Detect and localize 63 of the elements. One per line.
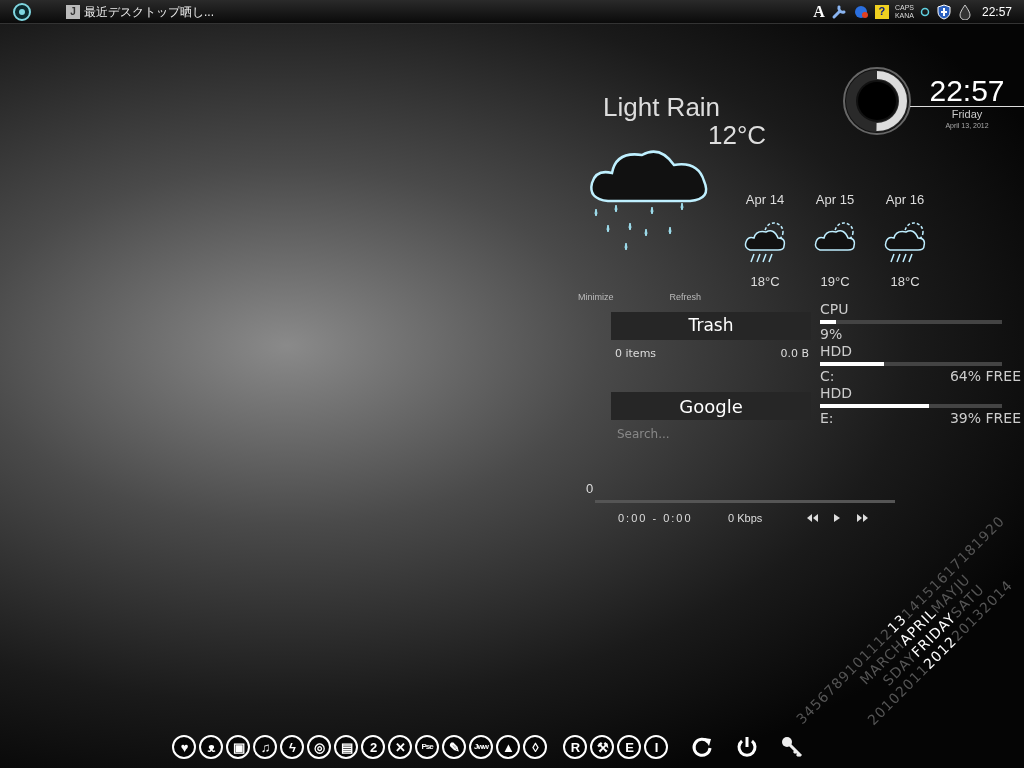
- weather-condition: Light Rain: [603, 92, 721, 122]
- forecast-date: Apr 14: [745, 192, 785, 208]
- search-field[interactable]: Search...: [613, 424, 809, 444]
- meter-label: HDD: [820, 343, 854, 360]
- dock-app-button[interactable]: ▤: [334, 735, 358, 759]
- shield-icon: [935, 3, 952, 20]
- previous-icon[interactable]: [806, 513, 819, 524]
- forecast-temperature: 18°C: [890, 274, 920, 290]
- dock-app-button[interactable]: E: [617, 735, 641, 759]
- dock-app-button[interactable]: ⚒: [590, 735, 614, 759]
- start-icon: [12, 1, 32, 22]
- meter-label: HDD: [820, 385, 854, 402]
- dock-app-button[interactable]: ♥: [172, 735, 196, 759]
- forecast-date: Apr 16: [885, 192, 925, 208]
- ring-icon: [919, 6, 930, 17]
- help-icon[interactable]: ?: [874, 4, 889, 19]
- dock-app-button[interactable]: ᴥ: [199, 735, 223, 759]
- forecast-date: Apr 15: [815, 192, 855, 208]
- dock-app-button[interactable]: ✕: [388, 735, 412, 759]
- meter-reading: 39% FREE: [949, 410, 1021, 427]
- ball-icon: [852, 3, 869, 20]
- forecast-temperature: 18°C: [750, 274, 780, 290]
- dock-app-button[interactable]: ▲: [496, 735, 520, 759]
- dock-app-button[interactable]: R: [563, 735, 587, 759]
- bitrate: 0 Kbps: [728, 511, 764, 526]
- dock-app-button[interactable]: ✎: [442, 735, 466, 759]
- meter-reading: 9%: [820, 326, 843, 343]
- clock-weekday: Friday: [951, 107, 983, 121]
- dock-app-button[interactable]: ♫: [253, 735, 277, 759]
- trash-size: 0.0 B: [780, 346, 809, 362]
- playback-time: 0:00 - 0:00: [618, 511, 694, 526]
- current-temperature: 12°C: [708, 120, 767, 150]
- drop-icon: [957, 3, 972, 20]
- weather-button[interactable]: Refresh: [669, 292, 702, 303]
- meter-reading: E:: [820, 410, 834, 427]
- meter-reading: C:: [820, 368, 835, 385]
- dock-app-button[interactable]: Jww: [469, 735, 493, 759]
- taskbar-button[interactable]: J 最近デスクトップ晒し...: [66, 2, 214, 21]
- meter-label: CPU: [820, 301, 850, 318]
- meter-reading: 64% FREE: [949, 368, 1021, 385]
- ime-icon[interactable]: A: [813, 0, 825, 24]
- dock-app-button[interactable]: ▣: [226, 735, 250, 759]
- trash-header[interactable]: Trash: [611, 312, 811, 340]
- refresh-icon[interactable]: [691, 736, 713, 758]
- seconds-ring: [842, 66, 912, 136]
- dock-app-button[interactable]: ϟ: [280, 735, 304, 759]
- trash-items: 0 items: [615, 346, 657, 362]
- dock-app-button[interactable]: 2: [361, 735, 385, 759]
- next-icon[interactable]: [856, 513, 869, 524]
- dock-app-button[interactable]: I: [644, 735, 668, 759]
- power-icon[interactable]: [736, 736, 758, 758]
- wrench-icon: [830, 3, 847, 20]
- search-header: Google: [611, 392, 811, 420]
- clock-time: 22:57: [981, 3, 1012, 21]
- app-icon: J: [66, 4, 80, 19]
- key-icon[interactable]: [781, 736, 803, 758]
- dock-app-button[interactable]: ◊: [523, 735, 547, 759]
- dock-app-button[interactable]: ◎: [307, 735, 331, 759]
- track-title: 0: [586, 480, 594, 498]
- forecast-temperature: 19°C: [820, 274, 850, 290]
- clock-time: 22:57: [910, 76, 1024, 107]
- weather-button[interactable]: Minimize: [578, 292, 614, 303]
- dock-app-button[interactable]: Pse: [415, 735, 439, 759]
